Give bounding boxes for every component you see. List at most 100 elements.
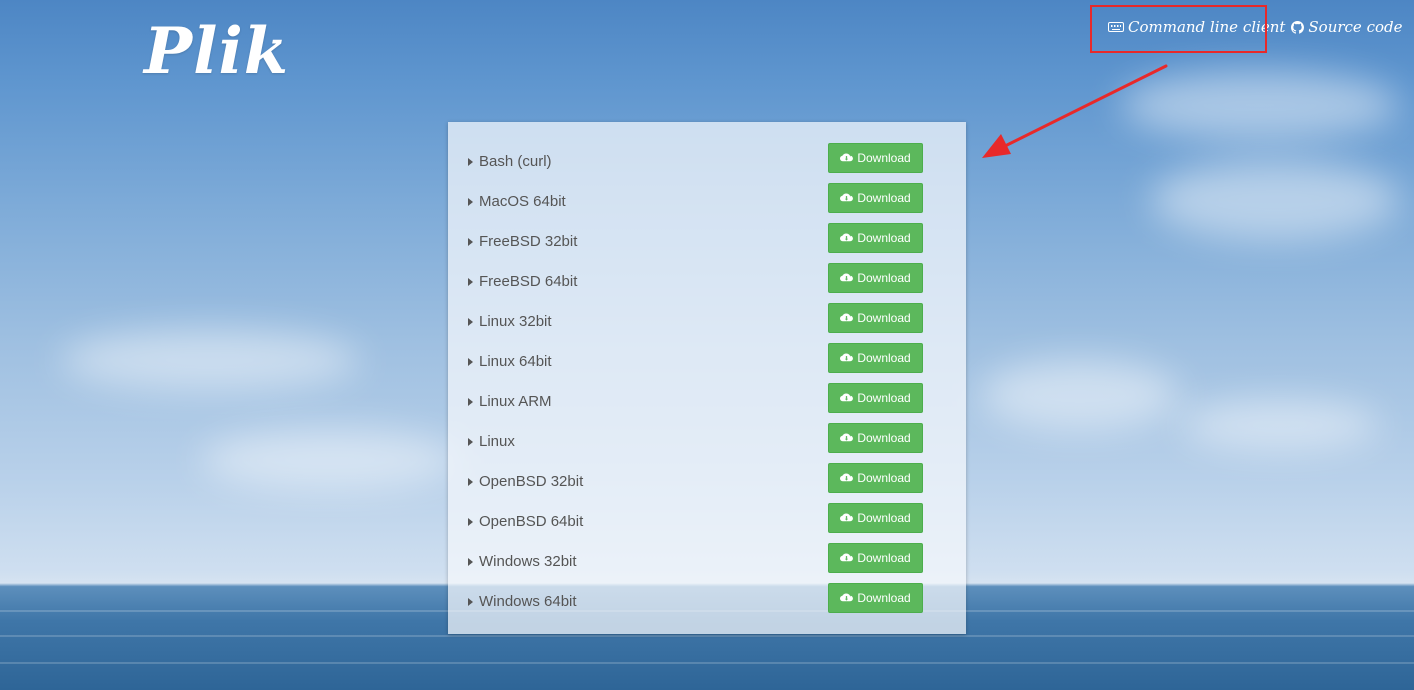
download-button[interactable]: Download [828, 343, 923, 373]
source-code-link[interactable]: Source code [1291, 18, 1403, 36]
download-row: Linux 64bit Download [448, 343, 966, 383]
platform-toggle[interactable]: Linux [468, 433, 515, 450]
caret-right-icon [468, 477, 473, 486]
caret-right-icon [468, 197, 473, 206]
platform-toggle[interactable]: FreeBSD 64bit [468, 273, 577, 290]
platform-toggle[interactable]: Linux ARM [468, 393, 552, 410]
cloud-download-icon [840, 553, 854, 563]
sea-wave [0, 635, 1414, 637]
download-button-label: Download [857, 591, 911, 605]
download-button[interactable]: Download [828, 503, 923, 533]
download-row: OpenBSD 32bit Download [448, 463, 966, 503]
download-button[interactable]: Download [828, 423, 923, 453]
download-button-label: Download [857, 271, 911, 285]
cloud-download-icon [840, 393, 854, 403]
caret-right-icon [468, 517, 473, 526]
download-button-label: Download [857, 151, 911, 165]
background-cloud [1180, 400, 1380, 450]
download-row: MacOS 64bit Download [448, 183, 966, 223]
download-button-label: Download [857, 391, 911, 405]
top-nav: Command line client Source code [1108, 18, 1403, 36]
download-button[interactable]: Download [828, 303, 923, 333]
platform-label: Linux 64bit [479, 353, 552, 370]
download-button[interactable]: Download [828, 383, 923, 413]
platform-toggle[interactable]: Bash (curl) [468, 153, 552, 170]
download-row: FreeBSD 64bit Download [448, 263, 966, 303]
cloud-download-icon [840, 473, 854, 483]
download-button[interactable]: Download [828, 463, 923, 493]
download-button[interactable]: Download [828, 143, 923, 173]
command-line-client-link[interactable]: Command line client [1108, 18, 1285, 36]
cloud-download-icon [840, 593, 854, 603]
download-button-label: Download [857, 431, 911, 445]
cloud-download-icon [840, 513, 854, 523]
background-cloud [1150, 160, 1400, 240]
download-button[interactable]: Download [828, 583, 923, 613]
platform-label: Linux ARM [479, 393, 552, 410]
keyboard-icon [1108, 22, 1124, 32]
download-row: OpenBSD 64bit Download [448, 503, 966, 543]
download-button[interactable]: Download [828, 543, 923, 573]
background-cloud [200, 430, 460, 490]
plik-logo[interactable]: Plik [144, 14, 289, 89]
download-button-label: Download [857, 231, 911, 245]
platform-toggle[interactable]: Windows 64bit [468, 593, 577, 610]
source-code-label: Source code [1308, 18, 1403, 36]
platform-label: Linux [479, 433, 515, 450]
caret-right-icon [468, 397, 473, 406]
platform-toggle[interactable]: Linux 32bit [468, 313, 552, 330]
platform-toggle[interactable]: Linux 64bit [468, 353, 552, 370]
platform-label: Linux 32bit [479, 313, 552, 330]
platform-toggle[interactable]: OpenBSD 64bit [468, 513, 583, 530]
platform-label: Windows 64bit [479, 593, 577, 610]
download-button[interactable]: Download [828, 263, 923, 293]
cloud-download-icon [840, 153, 854, 163]
cloud-download-icon [840, 233, 854, 243]
download-button[interactable]: Download [828, 223, 923, 253]
caret-right-icon [468, 437, 473, 446]
download-button-label: Download [857, 511, 911, 525]
cloud-download-icon [840, 353, 854, 363]
platform-label: Windows 32bit [479, 553, 577, 570]
cloud-download-icon [840, 313, 854, 323]
github-icon [1291, 20, 1305, 34]
download-panel: Bash (curl) Download MacOS 64bit Download Fr… [448, 122, 966, 634]
caret-right-icon [468, 277, 473, 286]
platform-toggle[interactable]: FreeBSD 32bit [468, 233, 577, 250]
download-button-label: Download [857, 311, 911, 325]
caret-right-icon [468, 157, 473, 166]
platform-label: OpenBSD 32bit [479, 473, 584, 490]
cloud-download-icon [840, 433, 854, 443]
download-button[interactable]: Download [828, 183, 923, 213]
background-cloud [60, 330, 360, 390]
caret-right-icon [468, 357, 473, 366]
download-row: Linux 32bit Download [448, 303, 966, 343]
download-row: FreeBSD 32bit Download [448, 223, 966, 263]
background-cloud [980, 360, 1180, 430]
command-line-client-label: Command line client [1128, 18, 1286, 36]
download-row: Bash (curl) Download [448, 143, 966, 183]
caret-right-icon [468, 317, 473, 326]
caret-right-icon [468, 557, 473, 566]
background-cloud [1120, 70, 1400, 140]
download-row: Linux ARM Download [448, 383, 966, 423]
download-button-label: Download [857, 191, 911, 205]
platform-label: OpenBSD 64bit [479, 513, 584, 530]
cloud-download-icon [840, 273, 854, 283]
platform-label: FreeBSD 32bit [479, 233, 578, 250]
cloud-download-icon [840, 193, 854, 203]
platform-label: FreeBSD 64bit [479, 273, 578, 290]
platform-toggle[interactable]: Windows 32bit [468, 553, 577, 570]
download-button-label: Download [857, 351, 911, 365]
download-row: Windows 32bit Download [448, 543, 966, 583]
caret-right-icon [468, 237, 473, 246]
platform-toggle[interactable]: OpenBSD 32bit [468, 473, 583, 490]
download-button-label: Download [857, 551, 911, 565]
download-button-label: Download [857, 471, 911, 485]
platform-label: MacOS 64bit [479, 193, 566, 210]
download-row: Windows 64bit Download [448, 583, 966, 623]
caret-right-icon [468, 597, 473, 606]
platform-label: Bash (curl) [479, 153, 552, 170]
platform-toggle[interactable]: MacOS 64bit [468, 193, 566, 210]
download-row: Linux Download [448, 423, 966, 463]
